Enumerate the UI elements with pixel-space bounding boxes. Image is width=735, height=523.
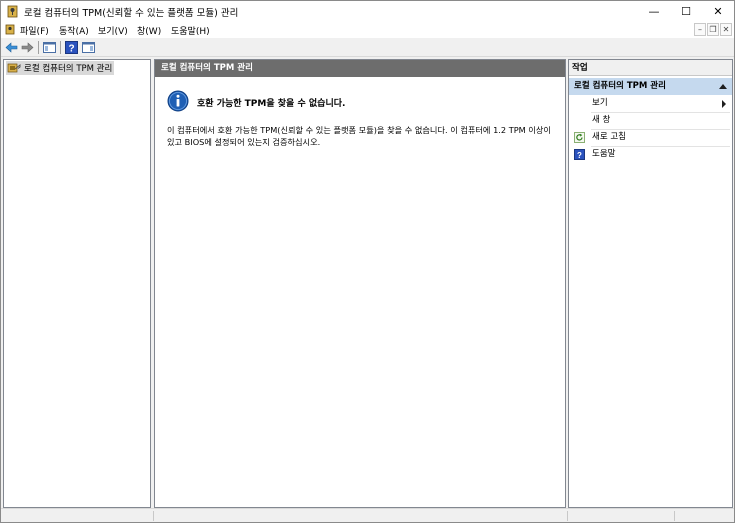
action-view[interactable]: 보기 <box>569 95 732 112</box>
submenu-arrow-icon <box>722 100 726 108</box>
menu-action[interactable]: 동작(A) <box>59 24 89 37</box>
collapse-up-icon[interactable] <box>719 84 727 89</box>
no-tpm-heading: 호환 가능한 TPM을 찾을 수 없습니다. <box>197 99 346 109</box>
mdi-minimize-button[interactable]: – <box>694 23 706 36</box>
minimize-button[interactable]: — <box>638 1 670 21</box>
actions-pane: 작업 로컬 컴퓨터의 TPM 관리 보기 새 창 새로 고침 ? 도움말 <box>568 59 733 508</box>
maximize-button[interactable]: ☐ <box>670 1 702 21</box>
status-separator <box>567 511 568 521</box>
close-icon: ✕ <box>713 4 723 18</box>
info-icon <box>167 90 189 112</box>
refresh-icon <box>574 132 585 143</box>
help-icon: ? <box>574 149 585 160</box>
svg-text:?: ? <box>68 44 74 55</box>
action-new-window[interactable]: 새 창 <box>569 112 732 129</box>
toolbar-separator <box>60 41 61 54</box>
tpm-chip-icon <box>7 63 21 73</box>
mdi-restore-button[interactable]: ❐ <box>707 23 719 36</box>
action-view-label: 보기 <box>592 98 608 108</box>
console-tree-pane: 로컬 컴퓨터의 TPM 관리 <box>3 59 151 508</box>
tree-item-tpm-management[interactable]: 로컬 컴퓨터의 TPM 관리 <box>6 61 115 75</box>
result-pane-header: 로컬 컴퓨터의 TPM 관리 <box>155 60 565 77</box>
menu-file[interactable]: 파일(F) <box>20 24 49 37</box>
actions-pane-title: 작업 <box>569 60 732 76</box>
close-button[interactable]: ✕ <box>702 1 734 21</box>
action-refresh[interactable]: 새로 고침 <box>569 129 732 146</box>
status-separator <box>153 511 154 521</box>
action-help-label: 도움말 <box>592 149 616 159</box>
mdi-restore-icon: ❐ <box>709 25 717 34</box>
toolbar-separator <box>38 41 39 54</box>
result-pane: 로컬 컴퓨터의 TPM 관리 호환 가능한 TPM을 찾을 수 없습니다. 이 … <box>154 59 566 508</box>
maximize-icon: ☐ <box>681 4 691 18</box>
no-tpm-description: 이 컴퓨터에서 호환 가능한 TPM(신뢰할 수 있는 플랫폼 모듈)을 찾을 … <box>167 125 551 147</box>
mdi-close-icon: ✕ <box>722 25 730 34</box>
minimize-icon: — <box>648 4 660 18</box>
title-bar: 로컬 컴퓨터의 TPM(신뢰할 수 있는 플랫폼 모듈) 관리 — ☐ ✕ <box>1 1 734 22</box>
show-hide-action-pane-icon[interactable] <box>81 40 96 55</box>
show-hide-console-tree-icon[interactable] <box>42 40 57 55</box>
mdi-close-button[interactable]: ✕ <box>720 23 732 36</box>
tpm-key-icon <box>7 5 18 18</box>
menu-view[interactable]: 보기(V) <box>98 24 128 37</box>
forward-arrow-icon[interactable] <box>20 40 35 55</box>
window-title: 로컬 컴퓨터의 TPM(신뢰할 수 있는 플랫폼 모듈) 관리 <box>24 8 239 19</box>
action-refresh-label: 새로 고침 <box>592 132 626 142</box>
action-new-window-label: 새 창 <box>592 115 611 125</box>
actions-group-label: 로컬 컴퓨터의 TPM 관리 <box>574 81 666 91</box>
system-menu-icon[interactable] <box>5 24 15 35</box>
mdi-minimize-icon: – <box>698 25 702 34</box>
back-arrow-icon[interactable] <box>4 40 19 55</box>
status-bar <box>1 508 734 522</box>
svg-text:?: ? <box>577 151 582 160</box>
status-separator <box>674 511 675 521</box>
menu-help[interactable]: 도움말(H) <box>171 24 210 37</box>
help-icon[interactable]: ? <box>64 40 79 55</box>
action-help[interactable]: ? 도움말 <box>569 146 732 163</box>
menu-window[interactable]: 창(W) <box>137 24 161 37</box>
mmc-window: 로컬 컴퓨터의 TPM(신뢰할 수 있는 플랫폼 모듈) 관리 — ☐ ✕ 파일… <box>0 0 735 523</box>
toolbar: ? <box>1 38 734 57</box>
actions-group-header[interactable]: 로컬 컴퓨터의 TPM 관리 <box>569 78 732 95</box>
menu-bar: 파일(F) 동작(A) 보기(V) 창(W) 도움말(H) – ❐ ✕ <box>1 22 734 38</box>
tree-item-label: 로컬 컴퓨터의 TPM 관리 <box>24 64 113 74</box>
